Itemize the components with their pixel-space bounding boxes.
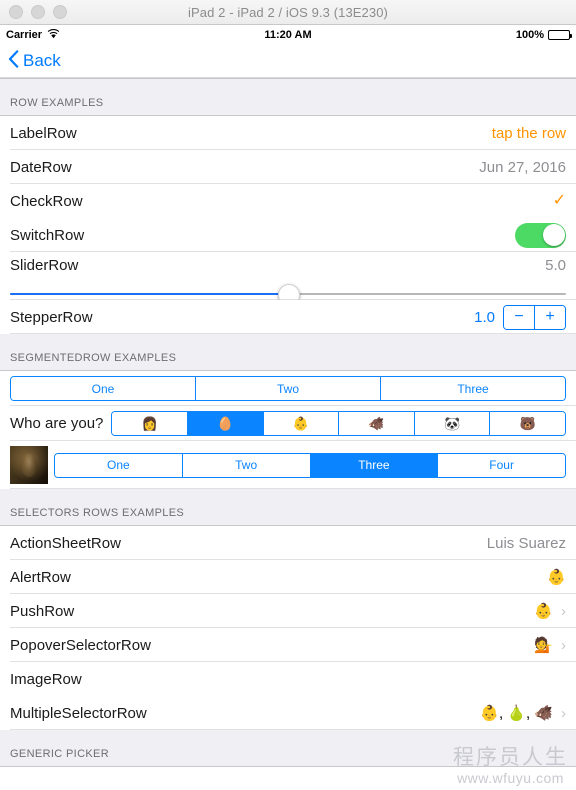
form-table: ROW EXAMPLES LabelRow tap the row DateRo… xyxy=(0,78,576,767)
segment-option-two[interactable]: Two xyxy=(196,377,381,400)
switch-knob xyxy=(542,224,565,246)
table-row-check-row[interactable]: CheckRow ✓ xyxy=(0,184,576,218)
row-value: 💁 xyxy=(534,637,553,654)
status-bar-time: 11:20 AM xyxy=(264,29,312,41)
table-row-alert-row[interactable]: AlertRow 👶 xyxy=(0,560,576,594)
stepper-control[interactable]: − + xyxy=(503,304,566,330)
stepper-decrement-button[interactable]: − xyxy=(504,305,534,329)
window-title: iPad 2 - iPad 2 / iOS 9.3 (13E230) xyxy=(188,4,388,20)
segmented-control-emoji[interactable]: 👩 🥚 👶 🐗 🐼 🐻 xyxy=(111,411,566,436)
battery-icon xyxy=(548,30,572,40)
row-value: 👶, 🍐, 🐗 xyxy=(480,705,553,722)
row-title: DateRow xyxy=(10,158,72,176)
back-button-label: Back xyxy=(23,51,61,70)
segment-option-egg-emoji[interactable]: 🥚 xyxy=(188,412,264,435)
status-bar-right: 100% xyxy=(515,29,572,41)
segment-option-one[interactable]: One xyxy=(11,377,196,400)
row-value: tap the row xyxy=(491,124,566,142)
row-title: ImageRow xyxy=(10,670,82,688)
stepper-increment-button[interactable]: + xyxy=(535,305,565,329)
row-title: StepperRow xyxy=(10,308,93,326)
row-value: 👶 xyxy=(547,569,566,586)
row-value: Luis Suarez xyxy=(486,534,566,552)
chevron-right-icon: › xyxy=(561,636,566,654)
row-title: CheckRow xyxy=(10,192,83,210)
table-row-date-row[interactable]: DateRow Jun 27, 2016 xyxy=(0,150,576,184)
segment-option-bear-emoji[interactable]: 🐻 xyxy=(490,412,566,435)
slider-label-line: SliderRow 5.0 xyxy=(0,252,576,274)
check-icon: ✓ xyxy=(552,192,566,209)
segment-option-boar-emoji[interactable]: 🐗 xyxy=(339,412,415,435)
simulator-titlebar: iPad 2 - iPad 2 / iOS 9.3 (13E230) xyxy=(0,0,576,25)
segmented-control-image[interactable]: One Two Three Four xyxy=(54,452,566,478)
battery-percent-label: 100% xyxy=(515,29,544,41)
row-value: 👶 xyxy=(534,603,553,620)
row-title: SwitchRow xyxy=(10,226,85,244)
chevron-left-icon xyxy=(8,49,19,73)
section-header-row-examples: ROW EXAMPLES xyxy=(0,78,576,116)
slider-value-label: 5.0 xyxy=(545,256,566,274)
segment-option-one[interactable]: One xyxy=(55,453,183,477)
segment-option-panda-emoji[interactable]: 🐼 xyxy=(414,412,491,435)
navigation-bar: Back xyxy=(0,45,576,78)
row-title: PushRow xyxy=(10,602,75,620)
segment-option-baby-emoji[interactable]: 👶 xyxy=(263,412,340,435)
row-title: SliderRow xyxy=(10,256,79,274)
switch-toggle[interactable] xyxy=(515,222,566,248)
section-header-selectors-examples: SELECTORS ROWS EXAMPLES xyxy=(0,489,576,526)
segment-option-woman-emoji[interactable]: 👩 xyxy=(112,412,188,435)
table-row-slider-row[interactable]: SliderRow 5.0 xyxy=(0,252,576,306)
watermark-url: www.wfuyu.com xyxy=(457,769,564,786)
section-header-segmented-examples: SEGMENTEDROW EXAMPLES xyxy=(0,334,576,371)
chevron-right-icon: › xyxy=(561,602,566,620)
chevron-right-icon: › xyxy=(561,704,566,722)
table-row-multiple-selector-row[interactable]: MultipleSelectorRow 👶, 🍐, 🐗 › xyxy=(0,696,576,730)
ios-status-bar: Carrier 11:20 AM 100% xyxy=(0,25,576,45)
portrait-thumbnail-icon xyxy=(10,446,48,484)
table-row-label-row[interactable]: LabelRow tap the row xyxy=(0,116,576,150)
table-row-action-sheet-row[interactable]: ActionSheetRow Luis Suarez xyxy=(0,526,576,560)
stepper-value-label: 1.0 xyxy=(474,308,495,326)
table-row-popover-selector-row[interactable]: PopoverSelectorRow 💁 › xyxy=(0,628,576,662)
segment-option-two[interactable]: Two xyxy=(182,453,311,477)
segmented-row-with-image[interactable]: One Two Three Four xyxy=(0,441,576,489)
slider-fill xyxy=(10,293,288,295)
row-value: Jun 27, 2016 xyxy=(479,158,566,176)
table-row-switch-row[interactable]: SwitchRow xyxy=(0,218,576,252)
table-row-push-row[interactable]: PushRow 👶 › xyxy=(0,594,576,628)
segment-option-four[interactable]: Four xyxy=(438,453,565,477)
row-title: LabelRow xyxy=(10,124,77,142)
segment-option-three[interactable]: Three xyxy=(381,377,565,400)
section-header-generic-picker: GENERIC PICKER xyxy=(0,730,576,767)
segmented-row-plain[interactable]: One Two Three xyxy=(0,371,576,406)
row-title: MultipleSelectorRow xyxy=(10,704,147,722)
row-title: PopoverSelectorRow xyxy=(10,636,151,654)
segment-option-three[interactable]: Three xyxy=(310,453,439,477)
back-button[interactable]: Back xyxy=(8,49,61,73)
row-title: ActionSheetRow xyxy=(10,534,121,552)
table-row-stepper-row[interactable]: StepperRow 1.0 − + xyxy=(0,300,576,334)
segmented-control-plain[interactable]: One Two Three xyxy=(10,376,566,401)
segmented-row-label: Who are you? xyxy=(10,415,104,432)
segmented-row-emoji[interactable]: Who are you? 👩 🥚 👶 🐗 🐼 🐻 xyxy=(0,406,576,441)
table-row-image-row[interactable]: ImageRow xyxy=(0,662,576,696)
row-title: AlertRow xyxy=(10,568,71,586)
